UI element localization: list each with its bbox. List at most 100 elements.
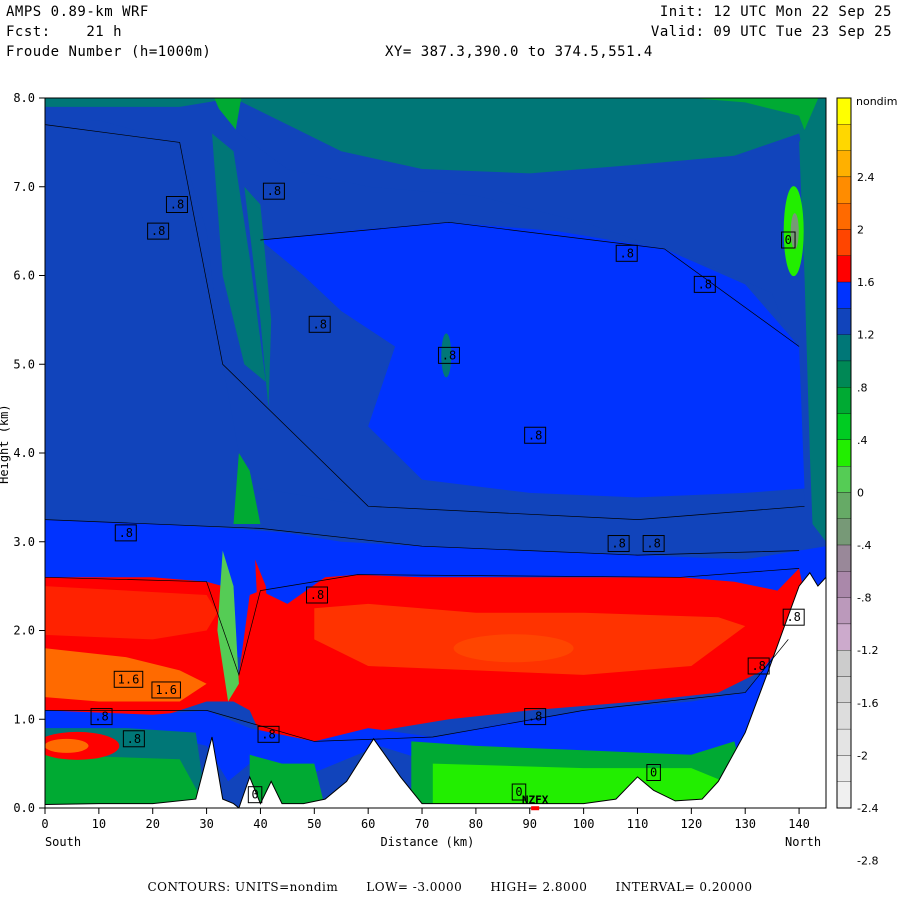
y-tick-label: 8.0	[13, 91, 35, 105]
contour-label-text: .8	[619, 246, 633, 260]
colorbar-label: -.8	[857, 592, 871, 605]
colorbar-label: 1.2	[857, 329, 875, 342]
station-marker	[531, 806, 540, 811]
colorbar-swatch	[836, 97, 852, 125]
colorbar-swatch	[836, 518, 852, 546]
colorbar-swatch	[836, 702, 852, 730]
y-tick-label: 3.0	[13, 535, 35, 549]
colorbar-swatch	[836, 623, 852, 651]
y-tick-label: 6.0	[13, 269, 35, 283]
contour-label-text: .8	[751, 659, 765, 673]
x-axis-title: Distance (km)	[380, 835, 474, 849]
x-tick-label: 90	[523, 817, 537, 831]
y-tick-label: 1.0	[13, 712, 35, 726]
colorbar-swatch	[836, 413, 852, 441]
colorbar-label: .4	[857, 434, 868, 447]
x-tick-label: 20	[145, 817, 159, 831]
y-tick-label: 5.0	[13, 357, 35, 371]
colorbar-swatch	[836, 176, 852, 204]
colorbar-label: .8	[857, 381, 868, 394]
x-tick-label: 80	[469, 817, 483, 831]
colorbar-label: -2	[857, 749, 868, 762]
field-orange-low-left	[45, 738, 89, 753]
contour-label-text: .8	[528, 710, 542, 724]
contour-label-text: .8	[170, 198, 184, 212]
y-tick-label: 7.0	[13, 180, 35, 194]
contour-label-text: 1.6	[155, 683, 177, 697]
colorbar-swatch	[836, 255, 852, 283]
colorbar-swatch	[836, 387, 852, 414]
contour-label-text: .8	[442, 348, 456, 362]
colorbar-swatch	[836, 728, 852, 756]
contour-info: CONTOURS: UNITS=nondim LOW= -3.0000 HIGH= …	[0, 880, 900, 894]
colorbar-swatch	[836, 465, 852, 493]
colorbar-swatch	[836, 492, 852, 519]
y-tick-label: 2.0	[13, 624, 35, 638]
contour-high: HIGH= 2.8000	[490, 880, 588, 894]
contour-interval: INTERVAL= 0.20000	[615, 880, 753, 894]
x-tick-label: 110	[627, 817, 649, 831]
froude-cross-section-chart: 0 10 20 30 40 50 60 70 80 90 100 110 120 130 1400.01.0…	[0, 91, 897, 868]
colorbar-swatch	[836, 203, 852, 230]
contour-label-text: .8	[698, 277, 712, 291]
colorbar-label: -1.6	[857, 697, 878, 710]
contour-label-text: 0	[650, 766, 657, 780]
colorbar-swatch	[836, 650, 852, 677]
contour-label-text: .8	[611, 537, 625, 551]
contour-label: 1.6	[151, 681, 181, 699]
colorbar-label: 1.6	[857, 276, 875, 289]
x-tick-label: 70	[415, 817, 429, 831]
colorbar-swatch	[836, 360, 852, 388]
colorbar-label: 0	[857, 486, 864, 499]
x-end-label-south: South	[45, 835, 81, 849]
colorbar-swatch	[836, 439, 852, 467]
colorbar-label: 2.4	[857, 171, 875, 184]
colorbar-units: nondim	[856, 95, 897, 108]
contour-label-text: .8	[528, 428, 542, 442]
x-tick-label: 50	[307, 817, 321, 831]
colorbar-swatch	[836, 544, 852, 572]
x-tick-label: 60	[361, 817, 375, 831]
x-tick-label: 140	[788, 817, 810, 831]
x-tick-label: 100	[573, 817, 595, 831]
field-orange-core	[453, 634, 574, 663]
colorbar-label: 2	[857, 223, 864, 236]
contour-low: LOW= -3.0000	[366, 880, 463, 894]
colorbar-swatch	[836, 229, 852, 256]
contour-label-text: .8	[151, 224, 165, 238]
contour-label-text: .8	[94, 710, 108, 724]
colorbar-label: -2.4	[857, 802, 878, 815]
x-tick-label: 0	[41, 817, 48, 831]
colorbar-swatch	[836, 150, 852, 178]
contour-label-text: .8	[261, 727, 275, 741]
y-tick-label: 4.0	[13, 446, 35, 460]
contour-units: CONTOURS: UNITS=nondim	[147, 880, 339, 894]
contour-label-text: .8	[786, 610, 800, 624]
x-tick-label: 120	[681, 817, 703, 831]
x-tick-label: 10	[92, 817, 106, 831]
x-end-label-north: North	[785, 835, 821, 849]
colorbar-swatch	[836, 676, 852, 703]
axis-unit-label	[0, 448, 8, 488]
colorbar-label: -.4	[857, 539, 871, 552]
colorbar-swatch	[836, 281, 852, 309]
colorbar-swatch	[836, 755, 852, 782]
contour-label-text: .8	[119, 526, 133, 540]
x-tick-label: 130	[734, 817, 756, 831]
contour-label-text: .8	[267, 184, 281, 198]
contour-label-text: 0	[785, 233, 792, 247]
contour-label-text: .8	[646, 537, 660, 551]
colorbar-swatch	[836, 781, 852, 809]
colorbar-label: -2.8	[857, 855, 878, 868]
colorbar-swatch	[836, 597, 852, 625]
x-tick-label: 40	[253, 817, 267, 831]
colorbar-swatch	[836, 334, 852, 362]
colorbar-swatch	[836, 124, 852, 151]
station-label: NZFX	[522, 794, 549, 807]
colorbar-swatch	[836, 571, 852, 598]
y-tick-label: 0.0	[13, 801, 35, 815]
colorbar-swatch	[836, 308, 852, 335]
contour-label-text: 0	[251, 788, 258, 802]
contour-label-text: .8	[127, 732, 141, 746]
contour-label-text: 1.6	[118, 672, 140, 686]
